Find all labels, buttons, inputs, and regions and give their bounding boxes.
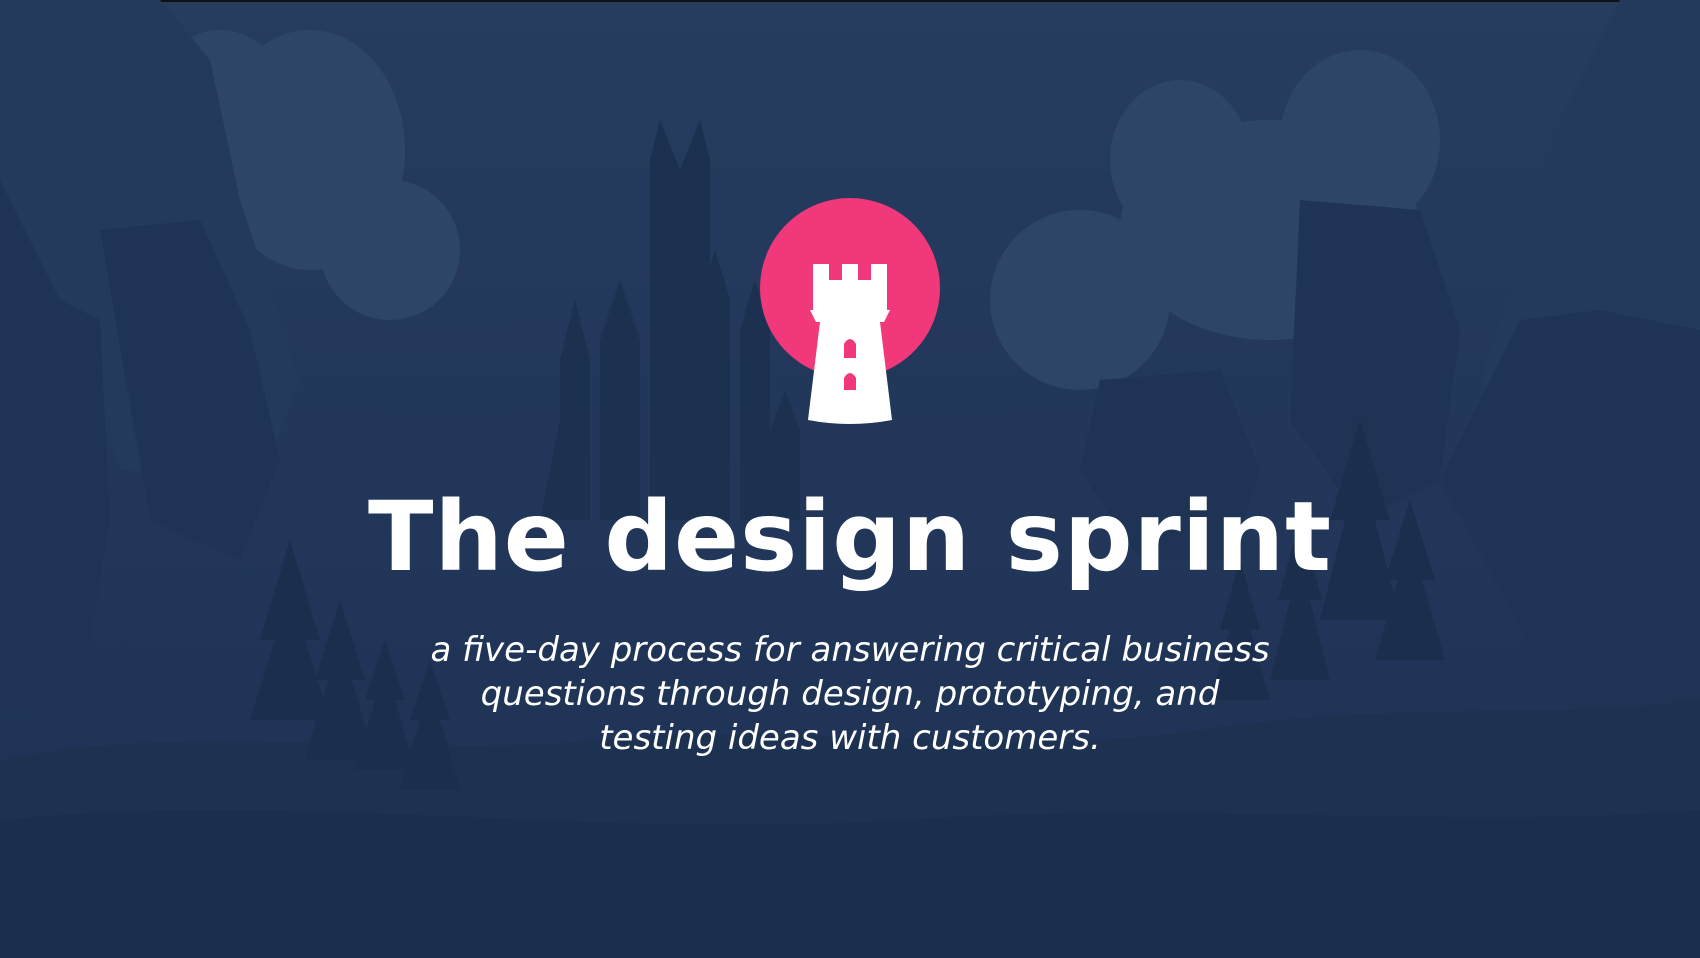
subtitle-line: testing ideas with customers. <box>599 718 1101 758</box>
subtitle-line: questions through design, prototyping, a… <box>480 674 1220 714</box>
slide: The design sprint a five-day process for… <box>0 0 1700 958</box>
castle-valley-illustration <box>0 0 1700 958</box>
slide-title: The design sprint <box>367 481 1333 593</box>
subtitle-line: a five-day process for answering critica… <box>430 630 1270 670</box>
castle-tower-icon <box>760 198 940 424</box>
slide-subtitle: a five-day process for answering critica… <box>0 628 1700 760</box>
